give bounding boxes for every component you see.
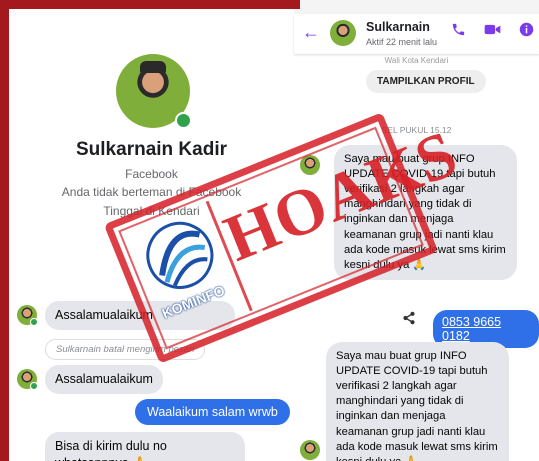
- info-icon[interactable]: [519, 22, 534, 41]
- message-bubble[interactable]: Bisa di kirim dulu no whatsappnya 🙏: [45, 432, 245, 461]
- message-bubble[interactable]: Saya mau buat grup INFO UPDATE COVID-19 …: [326, 342, 509, 461]
- chat-header: ← Sulkarnain Aktif 22 menit lalu: [294, 14, 539, 54]
- red-frame-edge: [0, 0, 9, 461]
- video-call-icon[interactable]: [484, 22, 501, 41]
- view-profile-button[interactable]: TAMPILKAN PROFIL: [366, 70, 486, 93]
- faded-profile-line: Wali Kota Kendari: [384, 56, 449, 65]
- sender-avatar: [17, 305, 38, 327]
- red-frame-top: [0, 0, 300, 9]
- profile-name: Sulkarnain Kadir: [76, 139, 227, 160]
- composite-image: Sulkarnain Kadir Facebook Anda tidak ber…: [0, 0, 539, 461]
- message-bubble[interactable]: Assalamualaikum: [45, 365, 163, 394]
- sender-avatar: [300, 440, 320, 460]
- online-dot-icon: [30, 318, 38, 327]
- contact-name[interactable]: Sulkarnain: [366, 20, 430, 34]
- back-arrow-icon[interactable]: ←: [302, 22, 320, 43]
- online-dot-icon: [30, 382, 38, 391]
- list-item: Assalamualaikum: [17, 365, 163, 394]
- contact-avatar[interactable]: [330, 20, 356, 46]
- online-indicator-icon: [175, 112, 192, 129]
- phone-icon[interactable]: [451, 22, 466, 41]
- share-icon[interactable]: [402, 311, 416, 328]
- list-item: Bisa di kirim dulu no whatsappnya 🙏: [17, 432, 245, 461]
- contact-status: Aktif 22 menit lalu: [366, 37, 438, 47]
- cap-icon: [140, 61, 166, 73]
- sender-avatar: [17, 369, 38, 391]
- message-bubble-outgoing[interactable]: Waalaikum salam wrwb: [135, 399, 290, 425]
